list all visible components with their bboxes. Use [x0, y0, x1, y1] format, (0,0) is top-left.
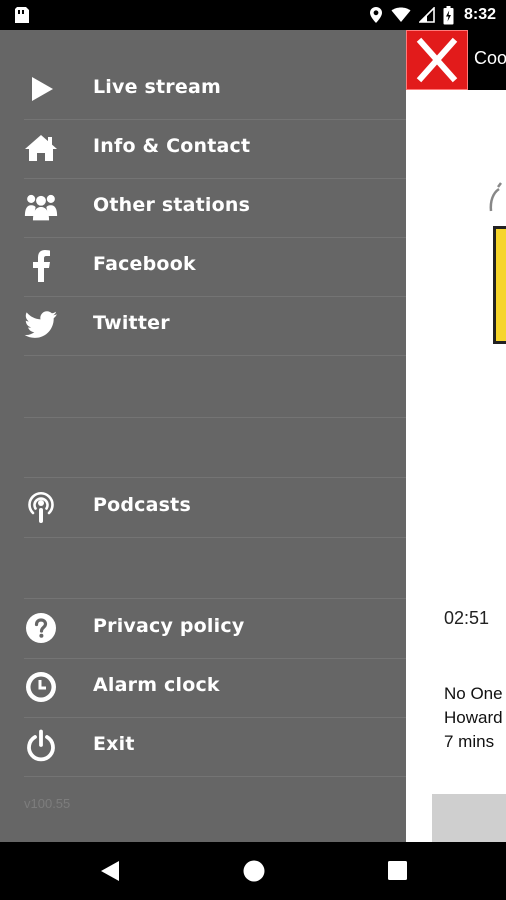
drawer-item-twitter[interactable]: Twitter	[0, 296, 406, 354]
drawer-item-exit[interactable]: Exit	[0, 717, 406, 775]
drawer-item-info-contact[interactable]: Info & Contact	[0, 119, 406, 177]
divider	[24, 537, 406, 538]
status-bar: 8:32	[0, 0, 506, 30]
play-icon	[24, 74, 58, 104]
drawer-item-label: Facebook	[93, 253, 196, 275]
now-playing-time-ago: 7 mins	[444, 732, 495, 751]
drawer-item-live-stream[interactable]: Live stream	[0, 60, 406, 118]
drawer-item-label: Twitter	[93, 312, 170, 334]
close-button[interactable]	[406, 30, 468, 90]
album-art	[493, 226, 506, 344]
status-time: 8:32	[463, 6, 496, 23]
recents-icon[interactable]	[384, 859, 410, 883]
drawer-item-alarm-clock[interactable]: Alarm clock	[0, 658, 406, 716]
elapsed-time: 02:51	[444, 608, 490, 628]
twitter-icon	[24, 310, 58, 340]
battery-icon	[443, 5, 454, 24]
podcast-icon	[24, 491, 58, 523]
drawer-item-privacy-policy[interactable]: Privacy policy	[0, 599, 406, 657]
facebook-icon	[24, 250, 58, 282]
sim-card-icon	[15, 7, 29, 23]
close-icon	[416, 37, 458, 83]
drawer-item-facebook[interactable]: Facebook	[0, 237, 406, 295]
app-title: Coo	[474, 48, 506, 68]
help-icon	[24, 613, 58, 643]
drawer-item-podcasts[interactable]: Podcasts	[0, 478, 406, 536]
now-playing-title: No One	[444, 684, 503, 703]
drawer-item-label: Alarm clock	[93, 674, 220, 696]
home-icon	[24, 133, 58, 163]
bottom-panel[interactable]	[432, 794, 506, 842]
clock-icon	[24, 672, 58, 702]
drawer-item-label: Privacy policy	[93, 615, 245, 637]
divider	[24, 355, 406, 356]
location-icon	[369, 7, 382, 23]
drawer-item-label: Other stations	[93, 194, 251, 216]
now-playing-info: No One Howard 7 mins	[444, 682, 503, 754]
drawer-item-label: Live stream	[93, 76, 221, 98]
status-icons: 8:32	[369, 5, 496, 25]
app-version: v100.55	[24, 796, 71, 811]
wifi-icon	[391, 7, 411, 22]
drawer-item-label: Podcasts	[93, 494, 191, 516]
navigation-drawer: Live stream Info & Contact Other station…	[0, 30, 406, 842]
drawer-item-label: Info & Contact	[93, 135, 251, 157]
divider	[24, 776, 406, 777]
system-nav-bar	[0, 842, 506, 900]
album-art-mark	[489, 182, 502, 212]
power-icon	[24, 729, 58, 762]
drawer-item-label: Exit	[93, 733, 135, 755]
back-icon[interactable]	[98, 859, 124, 883]
signal-icon	[418, 7, 435, 23]
now-playing-artist: Howard	[444, 708, 503, 727]
drawer-item-other-stations[interactable]: Other stations	[0, 178, 406, 236]
home-circle-icon[interactable]	[241, 859, 267, 883]
group-icon	[24, 192, 58, 222]
divider	[24, 417, 406, 418]
